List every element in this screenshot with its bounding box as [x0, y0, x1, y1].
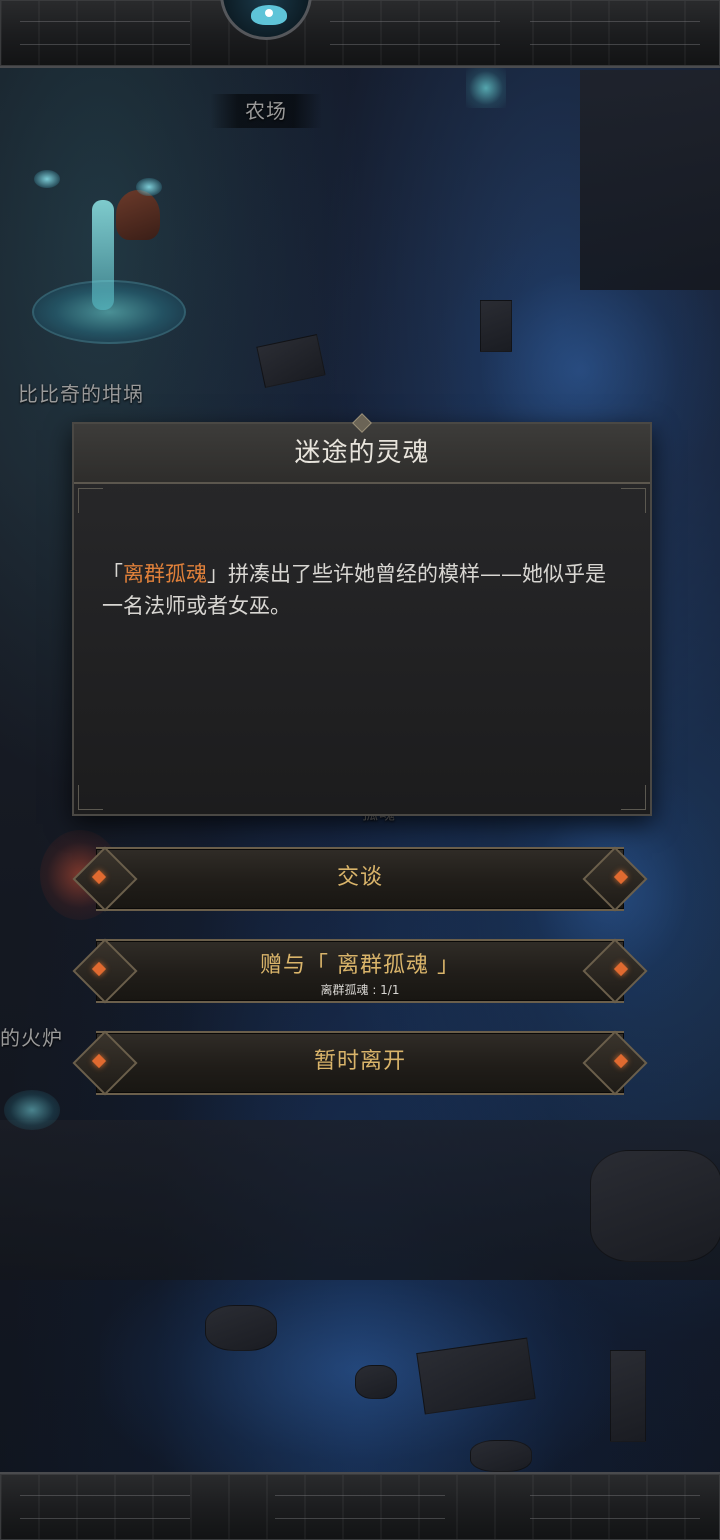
leave-button[interactable]: 暂时离开 — [72, 1030, 648, 1096]
game-map-screen: 农场 比比奇的坩埚 的火炉 孤魂 迷途的灵魂 「离群孤魂」拼凑出了些许她曾经的模… — [0, 0, 720, 1540]
dialog-body — [74, 484, 650, 814]
event-dialog: 迷途的灵魂 「离群孤魂」拼凑出了些许她曾经的模样——她似乎是一名法师或者女巫。 — [72, 413, 652, 816]
glowing-lamp — [466, 68, 506, 108]
fish-eye — [265, 9, 273, 17]
header-gem-icon — [352, 413, 372, 433]
talk-button-label: 交谈 — [336, 865, 383, 890]
rock — [480, 300, 512, 352]
map-label-farm[interactable]: 农场 — [210, 94, 322, 128]
dialog-title: 迷途的灵魂 — [294, 438, 430, 468]
text-bracket-open: 「 — [102, 562, 123, 586]
frame-ornament — [530, 1495, 700, 1519]
gift-button-label: 赠与「 离群孤魂 」 — [260, 953, 460, 978]
frame-ornament — [530, 21, 700, 45]
gift-item-count: 离群孤魂 : 1/1 — [320, 983, 400, 997]
frame-ornament — [20, 1495, 190, 1519]
rock — [590, 1150, 720, 1262]
corner-ornament — [621, 785, 646, 810]
rock — [610, 1350, 646, 1442]
rock — [256, 334, 326, 388]
bottom-frame — [0, 1472, 720, 1540]
frame-ornament — [275, 1495, 445, 1519]
item-name-highlight: 离群孤魂 — [123, 562, 207, 586]
glowing-orb — [34, 170, 60, 188]
gift-button[interactable]: 赠与「 离群孤魂 」 离群孤魂 : 1/1 — [72, 938, 648, 1004]
rock — [355, 1365, 397, 1399]
dialog-text: 「离群孤魂」拼凑出了些许她曾经的模样——她似乎是一名法师或者女巫。 — [102, 558, 622, 622]
glowing-lamp — [4, 1090, 60, 1130]
frame-ornament — [330, 21, 500, 45]
bibiqi-cauldron-fountain[interactable] — [32, 170, 186, 350]
cliff — [580, 70, 720, 290]
talk-button[interactable]: 交谈 — [72, 846, 648, 912]
corner-ornament — [78, 488, 103, 513]
frame-ornament — [20, 21, 190, 45]
fountain-horn — [116, 190, 160, 240]
map-label-bibiqi-cauldron[interactable]: 比比奇的坩埚 — [18, 378, 144, 407]
corner-ornament — [621, 488, 646, 513]
rock — [205, 1305, 277, 1351]
dialog-header: 迷途的灵魂 — [74, 413, 650, 484]
fountain-stream — [92, 200, 114, 310]
corner-ornament — [78, 785, 103, 810]
leave-button-label: 暂时离开 — [313, 1049, 406, 1074]
top-frame — [0, 0, 720, 68]
glowing-orb — [136, 178, 162, 196]
map-label-furnace[interactable]: 的火炉 — [0, 1022, 63, 1051]
rock — [470, 1440, 532, 1472]
